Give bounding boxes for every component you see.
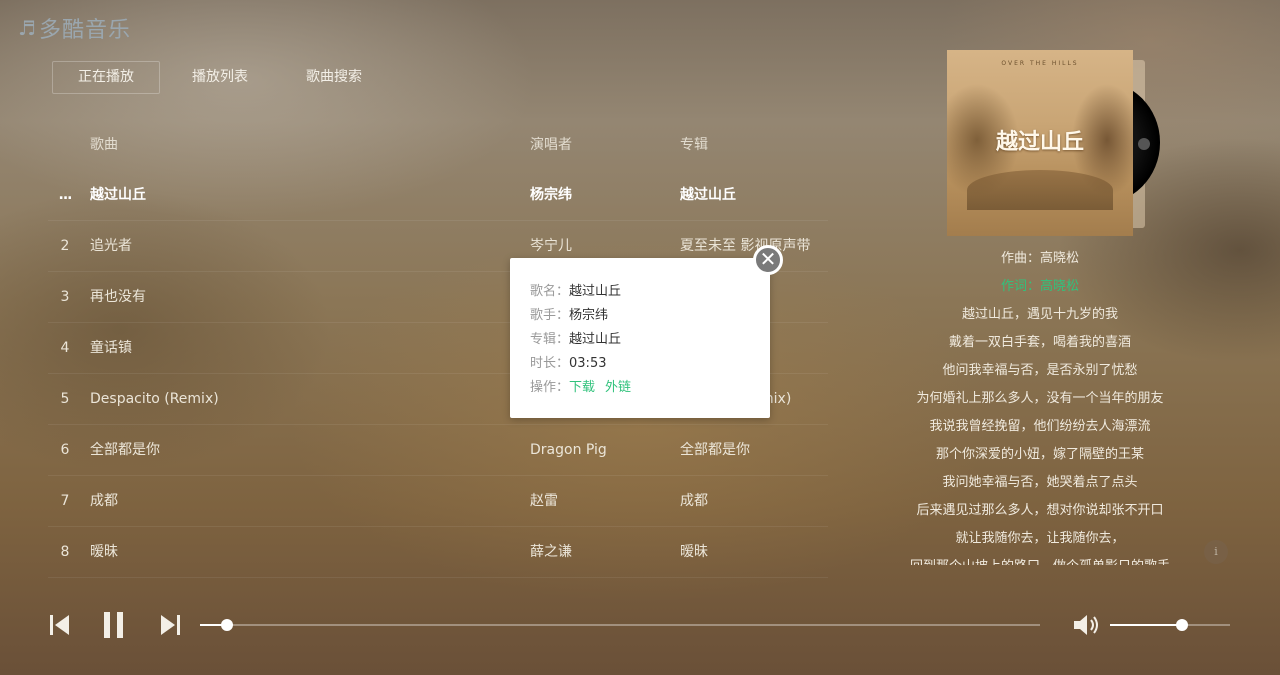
lyric-line-active: 作词：高晓松 <box>1000 279 1079 294</box>
popup-song-name-value: 越过山丘 <box>569 284 622 299</box>
song-list-header: 歌曲 演唱者 专辑 <box>48 120 828 170</box>
table-row[interactable]: 8 暧昧 薛之谦 暧昧 <box>48 527 828 578</box>
song-title[interactable]: Despacito (Remix) <box>90 374 219 425</box>
popup-close-icon[interactable]: ✕ <box>753 245 783 275</box>
song-title[interactable]: 全部都是你 <box>90 425 160 476</box>
lyric-line: 我说我曾经挽留，他们纷纷去人海漂流 <box>929 419 1151 434</box>
song-album[interactable]: 全部都是你 <box>680 425 750 476</box>
popup-singer: 歌手：杨宗纬 <box>530 308 609 323</box>
song-album[interactable]: 暧昧 <box>680 527 708 578</box>
row-number: 7 <box>60 493 70 509</box>
tab-song-search[interactable]: 歌曲搜索 <box>280 61 388 94</box>
header-album: 专辑 <box>680 137 708 153</box>
next-track-icon[interactable] <box>160 615 180 635</box>
download-link[interactable]: 下载 <box>569 380 595 395</box>
popup-song-name: 歌名：越过山丘 <box>530 284 622 299</box>
lyric-line: 他问我幸福与否，是否永别了忧愁 <box>942 363 1138 378</box>
song-title[interactable]: 再也没有 <box>90 272 146 323</box>
lyric-line: 回到那个山坡上的路口，做个孤单影只的歌手 <box>890 553 1190 565</box>
popup-duration: 时长：03:53 <box>530 356 607 371</box>
tab-playlist[interactable]: 播放列表 <box>166 61 274 94</box>
row-number: 3 <box>60 289 70 305</box>
lyric-line: 越过山丘，遇见十九岁的我 <box>961 307 1118 322</box>
song-title[interactable]: 成都 <box>90 476 118 527</box>
row-number: 6 <box>60 442 70 458</box>
album-cover-hill <box>967 170 1113 210</box>
info-icon[interactable]: i <box>1204 540 1228 564</box>
popup-album-value: 越过山丘 <box>569 332 622 347</box>
progress-bar[interactable] <box>200 619 1040 631</box>
song-title[interactable]: 童话镇 <box>90 323 132 374</box>
vinyl-center <box>1138 138 1150 150</box>
lyric-line: 我问她幸福与否，她哭着点了点头 <box>942 475 1138 490</box>
volume-slider[interactable] <box>1110 619 1230 631</box>
song-album[interactable]: 成都 <box>680 476 708 527</box>
popup-singer-value: 杨宗纬 <box>569 308 609 323</box>
tab-now-playing[interactable]: 正在播放 <box>52 61 160 94</box>
song-artist[interactable]: Dragon Pig <box>530 425 607 476</box>
app-name: 多酷音乐 <box>38 18 131 43</box>
row-number: 4 <box>60 340 70 356</box>
app-logo: ♬ 多酷音乐 <box>18 12 131 44</box>
external-link[interactable]: 外链 <box>605 380 631 395</box>
now-playing-indicator-icon: ... <box>58 187 73 203</box>
table-row[interactable]: ... 越过山丘 杨宗纬 越过山丘 <box>48 170 828 221</box>
main-tabs: 正在播放 播放列表 歌曲搜索 <box>52 61 394 94</box>
song-title[interactable]: 追光者 <box>90 221 132 272</box>
album-cover-top-text: OVER THE HILLS <box>1001 60 1079 67</box>
lyric-line: 戴着一双白手套，喝着我的喜酒 <box>948 335 1131 350</box>
header-song: 歌曲 <box>90 137 118 153</box>
song-artist[interactable]: 赵雷 <box>530 476 558 527</box>
popup-duration-value: 03:53 <box>569 356 607 371</box>
progress-handle[interactable] <box>220 619 233 631</box>
row-number: 8 <box>60 544 70 560</box>
music-note-icon: ♬ <box>18 16 37 40</box>
song-artist[interactable]: 杨宗纬 <box>530 170 572 221</box>
table-row[interactable]: 7 成都 赵雷 成都 <box>48 476 828 527</box>
header-artist: 演唱者 <box>530 137 572 153</box>
volume-icon[interactable] <box>1072 613 1100 637</box>
song-title[interactable]: 暧昧 <box>90 527 118 578</box>
song-title[interactable]: 越过山丘 <box>90 170 146 221</box>
popup-album: 专辑：越过山丘 <box>530 332 622 347</box>
song-artist[interactable]: 薛之谦 <box>530 527 572 578</box>
pause-icon[interactable] <box>104 612 124 638</box>
album-cover: OVER THE HILLS 越过山丘 <box>947 50 1133 236</box>
album-cover-title: 越过山丘 <box>995 129 1084 155</box>
previous-track-icon[interactable] <box>50 615 70 635</box>
song-album[interactable]: 越过山丘 <box>680 170 736 221</box>
player-controls <box>0 600 1280 650</box>
row-number: 2 <box>60 238 70 254</box>
row-number: 5 <box>60 391 70 407</box>
lyric-line: 为何婚礼上那么多人，没有一个当年的朋友 <box>916 391 1164 406</box>
lyric-line: 那个你深爱的小妞，嫁了隔壁的王某 <box>935 447 1144 462</box>
lyrics-panel: 作曲：高晓松 作词：高晓松 越过山丘，遇见十九岁的我 戴着一双白手套，喝着我的喜… <box>890 245 1190 565</box>
lyric-line: 后来遇见过那么多人，想对你说却张不开口 <box>916 503 1164 518</box>
lyric-line: 就让我随你去，让我随你去， <box>955 531 1125 546</box>
popup-actions: 操作：下载 外链 <box>530 380 632 395</box>
volume-handle[interactable] <box>1176 619 1188 631</box>
volume-fill <box>1110 624 1182 626</box>
song-info-popup: 歌名：越过山丘 歌手：杨宗纬 专辑：越过山丘 时长：03:53 操作：下载 外链 <box>510 258 770 418</box>
table-row[interactable]: 6 全部都是你 Dragon Pig 全部都是你 <box>48 425 828 476</box>
lyric-line: 作曲：高晓松 <box>1000 251 1079 266</box>
